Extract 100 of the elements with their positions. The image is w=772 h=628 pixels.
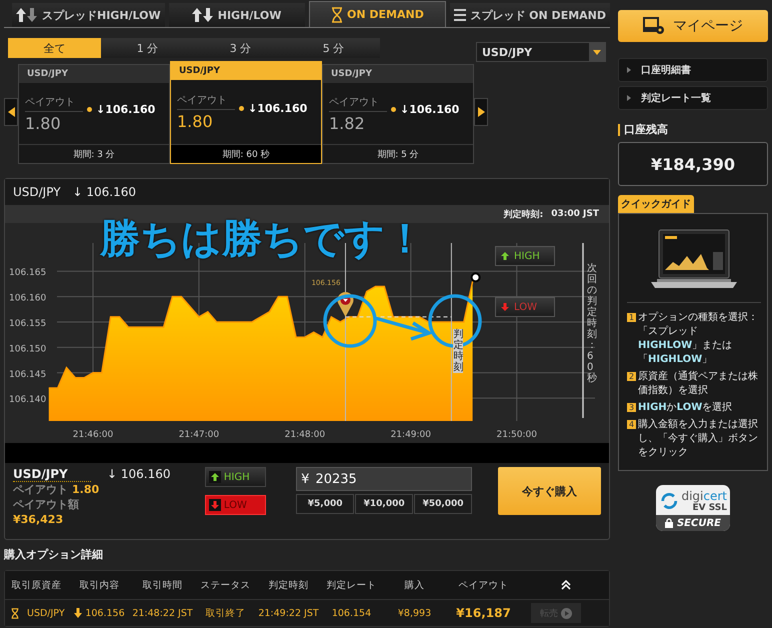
step-text: HIGHかLOWを選択 [638,401,732,415]
left-triangle-icon [8,107,14,117]
trade-rate: ↓ 106.160 [107,467,170,481]
y-axis-label: 106.140 [9,395,46,406]
y-axis-label: 106.155 [9,319,46,329]
product-tab[interactable]: スプレッド ON DEMAND [450,3,610,27]
payout-amount-label: ペイアウト額 [13,497,80,512]
rate-value: ↓106.160 [248,102,308,114]
table-cell: 106.156 [85,608,125,618]
option-card[interactable]: USD/JPY ペイアウト 1.82 ↓106.160 期間: 5 分 [322,64,474,164]
up-arrow-icon [500,251,510,261]
lock-icon [664,518,673,528]
play-circle-icon [561,608,572,618]
balance-label: 口座残高 [618,124,768,136]
right-triangle-icon [478,107,484,117]
payout-label: ペイアウト [13,482,68,497]
sidebar-menu-item[interactable]: 口座明細書 [618,58,768,82]
my-page-button[interactable]: マイページ [618,10,768,42]
column-header: ペイアウト [458,578,510,592]
table-cell-text: ¥16,187 [455,606,512,620]
quick-amount-button[interactable]: ¥50,000 [414,494,472,514]
duration-filter[interactable]: 5 分 [287,38,380,58]
direction-button[interactable]: HIGH [204,467,266,487]
next-arrow-button[interactable] [474,98,488,126]
previous-arrow-button[interactable] [4,98,18,126]
up-down-arrows-icon [192,7,214,23]
step-number: 2 [627,372,636,381]
annotation-caption: 勝ちは勝ちです！ [100,215,425,264]
current-price-dot [470,272,481,282]
quick-amount-button[interactable]: ¥10,000 [355,494,414,514]
product-tab[interactable]: ON DEMAND [308,1,446,27]
highlight-circle [428,294,482,348]
period-label: 期間: 5 分 [377,148,419,160]
trade-pair: USD/JPY [13,467,91,482]
column-header: 購入 [404,578,426,592]
table-cell: 21:49:22 JST [257,608,320,618]
circular-arrows-icon [659,490,680,512]
product-tab[interactable]: スプレッドHIGH/LOW [12,3,165,27]
column-header: 判定レート [326,578,378,592]
rate-value: ↓106.160 [400,103,460,116]
down-arrow-icon [208,499,221,511]
table-cell-text: 取引終了 [204,606,246,620]
down-arrow-icon [500,302,510,312]
step-number: 3 [627,403,636,412]
up-down-arrows-icon [16,7,38,23]
badge-line: EV SSL [692,503,727,513]
payout-amount: ¥36,423 [13,512,64,527]
duration-filter[interactable]: 3 分 [194,38,287,58]
x-axis-label: 21:49:00 [390,430,431,440]
card-pair: USD/JPY [331,69,372,79]
option-card[interactable]: USD/JPY ペイアウト 1.80 ↓106.160 期間: 3 分 [18,64,170,164]
high-button[interactable]: HIGH [495,246,555,266]
dot-icon [391,107,396,112]
rate-value: ↓106.160 [96,103,156,116]
dot-icon [87,107,92,112]
card-pair: USD/JPY [27,69,68,79]
column-header: 取引内容 [78,578,120,592]
expiry-label: 判定時刻: [504,208,544,220]
collapse-icon[interactable] [561,580,571,590]
y-axis-label: 106.145 [9,370,46,380]
x-axis-label: 21:48:00 [284,430,326,440]
dropdown-caret-icon [589,43,605,61]
asset-select[interactable]: USD/JPY [476,42,606,62]
table-cell: USD/JPY [27,608,65,618]
sidebar-menu-item[interactable]: 判定レート一覧 [618,86,768,110]
x-axis-label: 21:50:00 [496,430,537,440]
table-cell-text: 106.154 [330,608,372,618]
payout-value: 1.80 [25,114,62,132]
hourglass-icon [11,608,19,618]
duration-filter[interactable]: 全て [8,38,101,58]
investment-field[interactable]: ¥ 20235 [296,467,472,491]
buy-now-button[interactable]: 今すぐ購入 [498,467,601,515]
y-axis-label: 106.160 [9,294,46,304]
payout-value: 1.82 [329,114,366,132]
option-card[interactable]: USD/JPY ペイアウト 1.80 ↓106.160 期間: 60 秒 [170,61,322,164]
step-text: 原資産（通貨ペアまたは株価指数）を選択 [638,370,759,398]
highlight-circle [323,294,377,348]
up-arrow-icon [208,471,221,483]
computer-gear-icon [643,17,665,35]
payout-label: ペイアウト [25,94,83,112]
column-header: 取引時間 [142,578,184,592]
duration-filter[interactable]: 1 分 [101,38,194,58]
balance-box: ¥184,390 [618,142,768,186]
step-text: オプションの種類を選択：「スプレッドHIGHLOW」または「HIGHLOW」 [638,311,759,367]
lines-icon [454,8,466,22]
product-tab[interactable]: HIGH/LOW [168,3,304,27]
down-arrow-icon [74,608,82,618]
column-header: ステータス [200,578,252,592]
quick-guide-tab[interactable]: クイックガイド [618,195,694,213]
step-number: 1 [627,313,636,322]
period-label: 期間: 3 分 [73,148,115,160]
column-header: 取引原資産 [10,578,62,592]
annotation-arrow [374,316,434,341]
period-label: 期間: 60 秒 [222,148,270,160]
right-triangle-icon [627,67,631,73]
step-number: 4 [627,420,636,429]
badge-status: SECURE [676,518,722,528]
column-header: 判定時刻 [268,578,310,592]
quick-amount-button[interactable]: ¥5,000 [296,494,354,514]
payout-label: ペイアウト [177,93,235,110]
